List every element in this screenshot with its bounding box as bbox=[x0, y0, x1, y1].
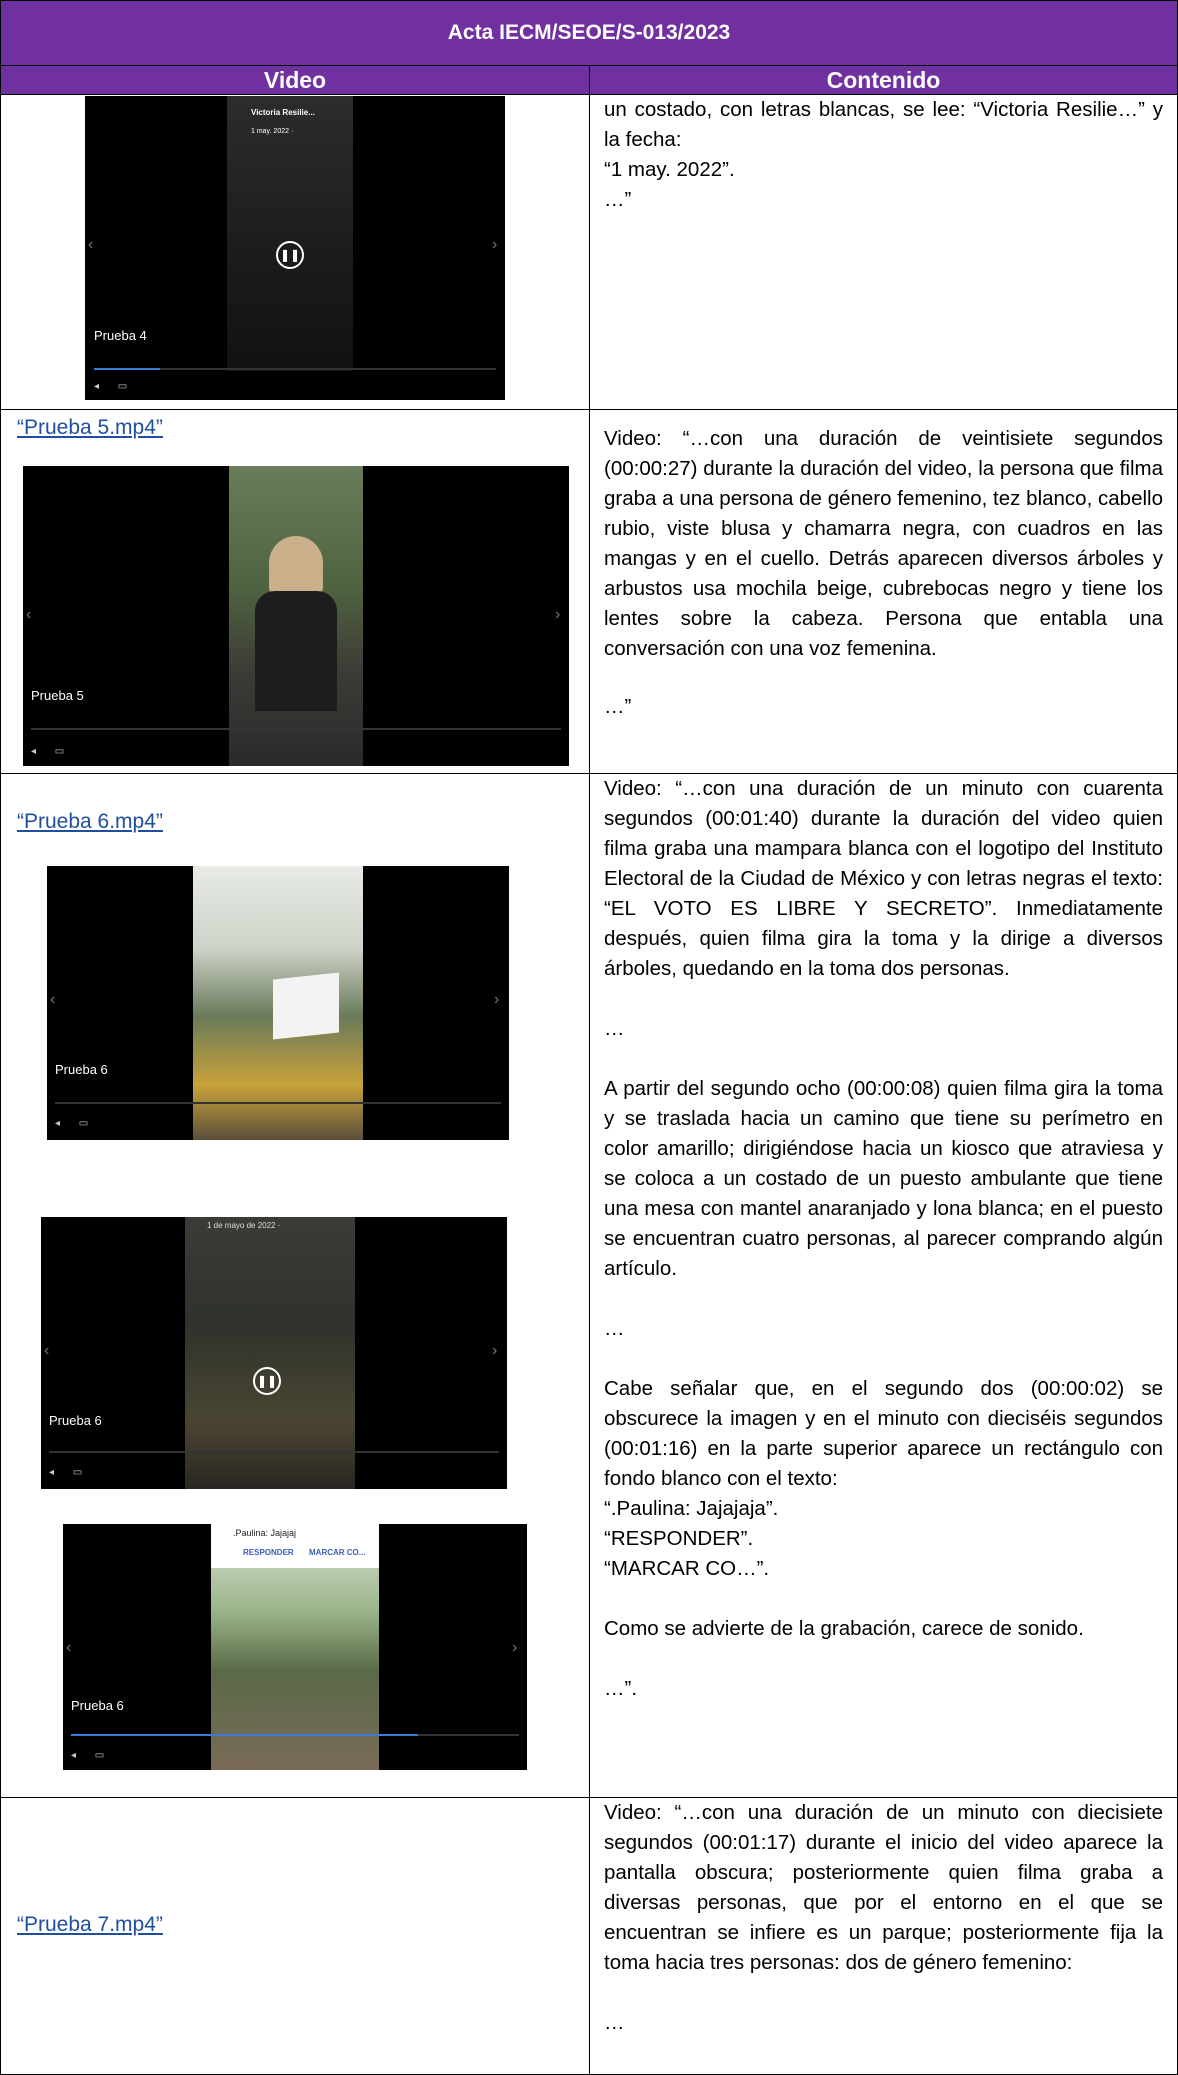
post-date: 1 may. 2022 · bbox=[251, 128, 294, 135]
video-label: Prueba 4 bbox=[94, 328, 147, 343]
next-arrow-icon[interactable]: › bbox=[492, 1342, 497, 1360]
progress-fill bbox=[94, 368, 160, 370]
row2-video-cell: “Prueba 5.mp4” ‹ › Prueba 5 ◂ ▭ bbox=[0, 409, 590, 774]
prev-arrow-icon[interactable]: ‹ bbox=[26, 606, 31, 624]
column-header-contenido: Contenido bbox=[589, 65, 1178, 95]
paragraph: “RESPONDER”. bbox=[604, 1527, 754, 1550]
prev-arrow-icon[interactable]: ‹ bbox=[66, 1639, 71, 1657]
call-button[interactable]: MARCAR CO... bbox=[309, 1548, 365, 1557]
row3-content-cell: Video: “…con una duración de un minuto c… bbox=[589, 773, 1178, 1798]
prueba-6-link[interactable]: “Prueba 6.mp4” bbox=[17, 810, 163, 834]
post-date: 1 de mayo de 2022 · bbox=[207, 1221, 281, 1230]
pause-icon[interactable]: ❚❚ bbox=[276, 241, 304, 269]
prev-arrow-icon[interactable]: ‹ bbox=[44, 1342, 49, 1360]
next-arrow-icon[interactable]: › bbox=[555, 606, 560, 624]
paragraph: …” bbox=[604, 695, 632, 718]
paragraph: Como se advierte de la grabación, carece… bbox=[604, 1617, 1084, 1640]
progress-track[interactable] bbox=[31, 728, 561, 730]
chat-message: .Paulina: Jajajaj bbox=[233, 1528, 297, 1538]
paragraph: … bbox=[604, 1317, 625, 1340]
paragraph: “MARCAR CO…”. bbox=[604, 1557, 770, 1580]
video-label: Prueba 5 bbox=[31, 688, 84, 703]
video-label: Prueba 6 bbox=[55, 1062, 108, 1077]
column-header-video: Video bbox=[0, 65, 590, 95]
person-head bbox=[269, 536, 323, 596]
row2-content-cell: Video: “…con una duración de veintisiete… bbox=[589, 409, 1178, 774]
player-controls[interactable]: ◂ ▭ bbox=[71, 1750, 112, 1761]
prueba-5-link[interactable]: “Prueba 5.mp4” bbox=[17, 416, 163, 440]
video-frame: Victoria Resilie... 1 may. 2022 · ❚❚ bbox=[227, 96, 353, 371]
prev-arrow-icon[interactable]: ‹ bbox=[50, 991, 55, 1009]
player-controls[interactable]: ◂ ▭ bbox=[49, 1467, 90, 1478]
paragraph: Video: “…con una duración de un minuto c… bbox=[604, 777, 1163, 980]
next-arrow-icon[interactable]: › bbox=[492, 236, 497, 254]
paragraph: un costado, con letras blancas, se lee: … bbox=[604, 98, 1163, 151]
paragraph: A partir del segundo ocho (00:00:08) qui… bbox=[604, 1077, 1163, 1280]
paragraph: Video: “…con una duración de veintisiete… bbox=[604, 427, 1163, 660]
player-controls[interactable]: ◂ ▭ bbox=[31, 746, 72, 757]
voting-booth bbox=[273, 972, 339, 1040]
video-frame bbox=[193, 866, 363, 1140]
paragraph: Cabe señalar que, en el segundo dos (00:… bbox=[604, 1377, 1163, 1490]
progress-fill bbox=[71, 1734, 418, 1736]
progress-track[interactable] bbox=[49, 1451, 499, 1453]
prueba-7-link[interactable]: “Prueba 7.mp4” bbox=[17, 1913, 163, 1937]
video-thumbnail-prueba-6-b[interactable]: 1 de mayo de 2022 · ❚❚ ‹ › Prueba 6 ◂ ▭ bbox=[41, 1217, 507, 1489]
player-controls[interactable]: ◂ ▭ bbox=[94, 381, 135, 392]
chat-notification[interactable]: .Paulina: Jajajaj RESPONDER MARCAR CO... bbox=[211, 1524, 379, 1568]
video-frame: 1 de mayo de 2022 · ❚❚ bbox=[185, 1217, 355, 1489]
paragraph: …”. bbox=[604, 1677, 638, 1700]
progress-track[interactable] bbox=[55, 1102, 501, 1104]
paragraph: …” bbox=[604, 188, 632, 211]
video-thumbnail-prueba-6-a[interactable]: ‹ › Prueba 6 ◂ ▭ bbox=[47, 866, 509, 1140]
row4-content-cell: Video: “…con una duración de un minuto c… bbox=[589, 1797, 1178, 2075]
paragraph: “1 may. 2022”. bbox=[604, 158, 735, 181]
video-label: Prueba 6 bbox=[71, 1698, 124, 1713]
row1-video-cell: Victoria Resilie... 1 may. 2022 · ❚❚ ‹ ›… bbox=[0, 94, 590, 410]
row4-video-cell: “Prueba 7.mp4” bbox=[0, 1797, 590, 2075]
paragraph: … bbox=[604, 1017, 625, 1040]
next-arrow-icon[interactable]: › bbox=[494, 991, 499, 1009]
paragraph: “.Paulina: Jajajaja”. bbox=[604, 1497, 779, 1520]
account-name: Victoria Resilie... bbox=[251, 108, 315, 117]
video-thumbnail-prueba-4[interactable]: Victoria Resilie... 1 may. 2022 · ❚❚ ‹ ›… bbox=[85, 96, 505, 400]
video-thumbnail-prueba-5[interactable]: ‹ › Prueba 5 ◂ ▭ bbox=[23, 466, 569, 766]
respond-button[interactable]: RESPONDER bbox=[243, 1548, 294, 1557]
video-frame bbox=[229, 466, 363, 766]
table-title: Acta IECM/SEOE/S-013/2023 bbox=[0, 0, 1178, 66]
row1-content-cell: un costado, con letras blancas, se lee: … bbox=[589, 94, 1178, 410]
next-arrow-icon[interactable]: › bbox=[512, 1639, 517, 1657]
player-controls[interactable]: ◂ ▭ bbox=[55, 1118, 96, 1129]
row3-video-cell: “Prueba 6.mp4” ‹ › Prueba 6 ◂ ▭ 1 de may… bbox=[0, 773, 590, 1798]
video-label: Prueba 6 bbox=[49, 1413, 102, 1428]
video-thumbnail-prueba-6-c[interactable]: .Paulina: Jajajaj RESPONDER MARCAR CO...… bbox=[63, 1524, 527, 1770]
paragraph: … bbox=[604, 2011, 625, 2034]
prev-arrow-icon[interactable]: ‹ bbox=[88, 236, 93, 254]
pause-icon[interactable]: ❚❚ bbox=[253, 1367, 281, 1395]
paragraph: Video: “…con una duración de un minuto c… bbox=[604, 1801, 1163, 1974]
person-body bbox=[255, 591, 337, 711]
